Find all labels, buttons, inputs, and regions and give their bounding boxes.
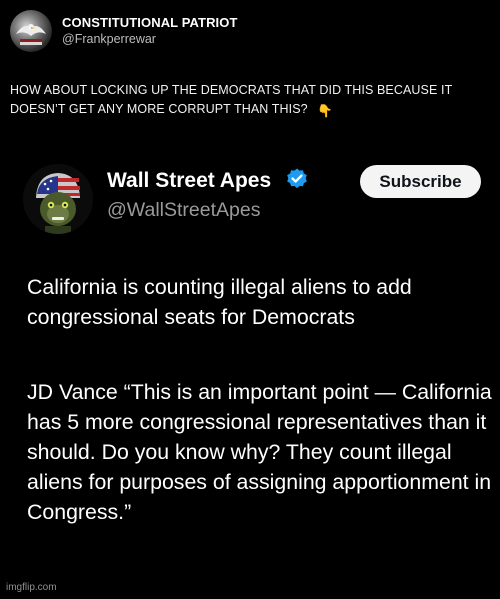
outer-post-text: HOW ABOUT LOCKING UP THE DEMOCRATS THAT … <box>10 81 490 121</box>
outer-post-body: HOW ABOUT LOCKING UP THE DEMOCRATS THAT … <box>10 83 453 116</box>
pointing-down-emoji: 👇 <box>317 104 333 118</box>
imgflip-watermark: imgflip.com <box>6 582 57 593</box>
embedded-author-name[interactable]: Wall Street Apes <box>107 169 271 193</box>
embedded-author-handle[interactable]: @WallStreetApes <box>107 199 260 222</box>
outer-post-header: CONSTITUTIONAL PATRIOT @Frankperrewar <box>10 10 238 52</box>
verified-badge-icon <box>285 167 309 196</box>
ape-avatar-icon <box>23 164 93 234</box>
embedded-paragraph-1: California is counting illegal aliens to… <box>27 275 412 329</box>
subscribe-button[interactable]: Subscribe <box>360 165 481 198</box>
embedded-post: Wall Street Apes @WallStreetApes Subscri… <box>0 145 500 599</box>
embedded-paragraph-2: JD Vance “This is an important point — C… <box>27 380 492 524</box>
outer-avatar[interactable] <box>10 10 52 52</box>
embedded-avatar[interactable] <box>23 164 93 234</box>
outer-author-handle[interactable]: @Frankperrewar <box>62 31 238 47</box>
eagle-avatar-icon <box>16 24 46 45</box>
outer-author-name[interactable]: CONSTITUTIONAL PATRIOT <box>62 15 238 31</box>
